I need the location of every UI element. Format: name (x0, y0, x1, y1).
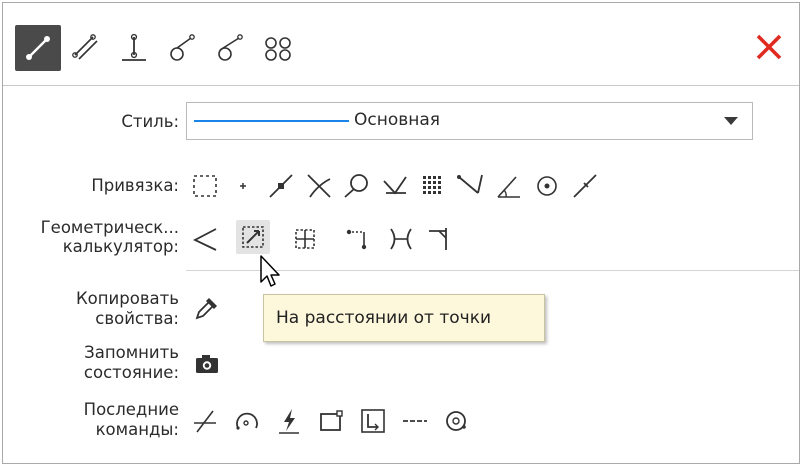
point-offset-button[interactable] (340, 222, 374, 256)
tangent-two-curves-icon (218, 34, 243, 61)
tangent-snap-button[interactable] (340, 169, 374, 203)
perpendicular-segment-icon (122, 33, 146, 61)
segment-two-points-icon (26, 36, 50, 60)
on-curve-snap-icon (573, 174, 597, 198)
geometric-calculator-label-1: Геометрическ... (40, 218, 179, 237)
midpoint-snap-button[interactable] (264, 169, 298, 203)
remember-state-label-1: Запомнить (84, 343, 179, 362)
parameters-panel: Стиль: Основная Привязка: Геометрическ..… (2, 2, 800, 464)
dimension-command-icon (361, 409, 385, 433)
arc-command-icon (236, 412, 258, 430)
frame-snap-icon (193, 175, 217, 197)
dashed-line-command-icon (403, 420, 427, 422)
recent-command-rectangle-button[interactable] (314, 404, 348, 438)
eyedropper-icon (195, 298, 217, 320)
recent-commands-label-1: Последние (83, 400, 179, 419)
angle-measure-snap-icon (497, 176, 520, 198)
center-snap-button[interactable] (530, 169, 564, 203)
segment-type-toolbar (3, 3, 799, 86)
recent-command-circle-button[interactable] (440, 404, 474, 438)
tangent-two-curves-button[interactable] (207, 25, 253, 71)
point-offset-icon (346, 229, 367, 250)
angle-snap-button[interactable] (454, 169, 488, 203)
bracket-calc-icon (390, 228, 412, 250)
midpoint-snap-icon (269, 174, 293, 198)
frame-snap-button[interactable] (188, 169, 222, 203)
grid-snap-icon (423, 176, 441, 194)
point-snap-button[interactable] (226, 169, 260, 203)
recent-command-trim-button[interactable] (188, 404, 222, 438)
frame-calc-icon (295, 229, 315, 249)
recent-command-lightning-button[interactable] (272, 404, 306, 438)
close-icon[interactable] (749, 27, 789, 67)
style-line-preview (194, 120, 349, 122)
lightning-command-icon (279, 409, 299, 434)
recent-command-arc-button[interactable] (230, 404, 264, 438)
perpendicular-calc-button[interactable] (422, 222, 456, 256)
perpendicular-calc-icon (429, 228, 447, 250)
intersection-snap-button[interactable] (302, 169, 336, 203)
copy-properties-label-2: свойства: (95, 309, 179, 328)
trim-command-icon (194, 410, 216, 433)
style-dropdown[interactable]: Основная (186, 102, 753, 140)
snap-label: Привязка: (91, 176, 179, 195)
rectangle-command-icon (320, 410, 343, 431)
mouse-cursor-icon (260, 255, 280, 287)
point-snap-icon (240, 183, 246, 189)
tooltip: На расстоянии от точки (263, 294, 545, 342)
style-label: Стиль: (121, 112, 179, 131)
recent-command-dashed-line-button[interactable] (398, 404, 432, 438)
perpendicular-segment-button[interactable] (111, 25, 157, 71)
recent-command-dimension-button[interactable] (356, 404, 390, 438)
camera-icon (196, 355, 218, 373)
angle-snap-icon (457, 174, 483, 194)
chevron-down-icon (724, 117, 738, 125)
recent-commands-label-2: команды: (95, 420, 179, 439)
tangent-segment-icon (170, 34, 195, 61)
parallel-segment-icon (72, 34, 98, 60)
frame-calc-button[interactable] (288, 222, 322, 256)
copy-properties-button[interactable] (190, 291, 224, 325)
angle-calc-button[interactable] (188, 222, 222, 256)
circle-command-icon (446, 411, 466, 431)
remember-state-button[interactable] (190, 347, 224, 381)
distance-from-point-button[interactable] (236, 220, 270, 254)
center-snap-icon (537, 176, 557, 196)
copy-properties-label-1: Копировать (75, 289, 179, 308)
bracket-calc-button[interactable] (384, 222, 418, 256)
segment-two-points-button[interactable] (15, 25, 61, 71)
geometric-calculator-label-2: калькулятор: (62, 237, 179, 256)
normal-snap-icon (383, 176, 407, 195)
style-value: Основная (354, 110, 441, 130)
angle-calc-icon (192, 228, 217, 251)
tangent-segment-button[interactable] (159, 25, 205, 71)
remember-state-label-2: состояние: (83, 363, 179, 382)
segment-two-circles-icon (265, 37, 291, 61)
angle-measure-snap-button[interactable] (492, 169, 526, 203)
distance-from-point-icon (242, 226, 264, 248)
grid-snap-button[interactable] (416, 169, 450, 203)
on-curve-snap-button[interactable] (568, 169, 602, 203)
tangent-snap-icon (344, 174, 368, 198)
normal-snap-button[interactable] (378, 169, 412, 203)
segment-two-circles-button[interactable] (255, 25, 301, 71)
parallel-segment-button[interactable] (63, 25, 109, 71)
intersection-snap-icon (307, 174, 331, 198)
